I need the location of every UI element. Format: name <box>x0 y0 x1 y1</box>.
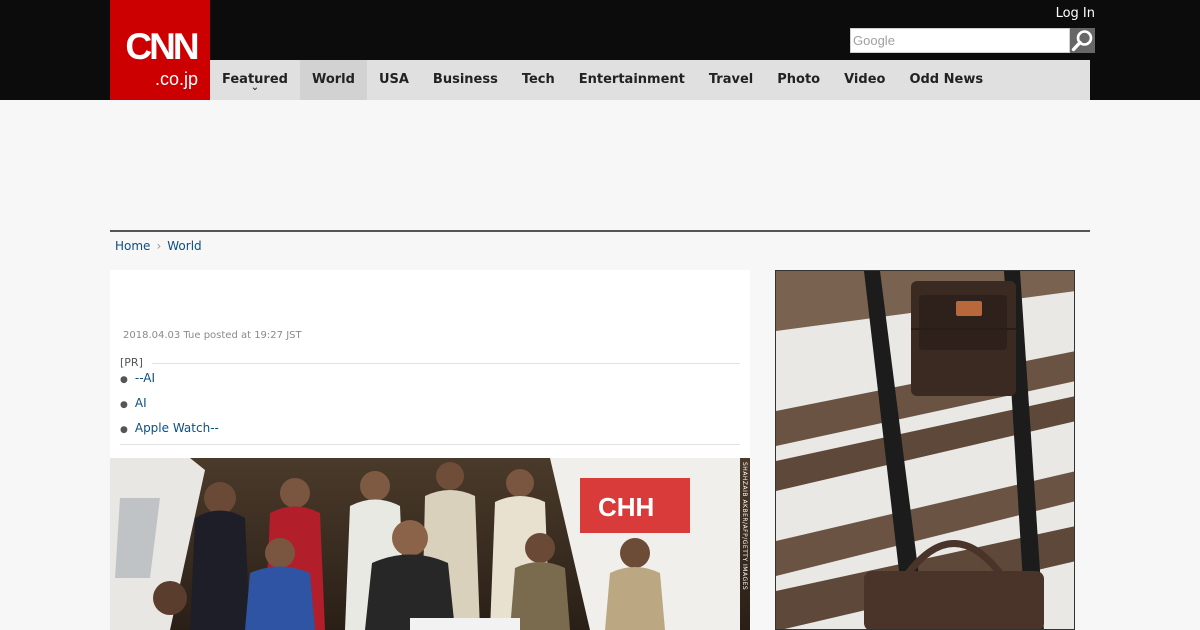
nav-item-travel[interactable]: Travel <box>697 60 765 100</box>
main-nav: Featured ⌄ World USA Business Tech Enter… <box>210 60 1090 100</box>
chevron-right-icon: › <box>156 239 162 253</box>
nav-item-usa[interactable]: USA <box>367 60 421 100</box>
pr-divider <box>152 363 740 364</box>
search-icon <box>1071 30 1093 52</box>
nav-item-photo[interactable]: Photo <box>765 60 832 100</box>
section-divider <box>110 230 1090 232</box>
logo-domain: .co.jp <box>154 69 198 89</box>
nav-item-entertainment[interactable]: Entertainment <box>567 60 697 100</box>
nav-item-label: Travel <box>708 72 754 87</box>
nav-item-label: Business <box>432 72 498 87</box>
search-input[interactable]: Google <box>850 28 1070 53</box>
logo-text: CNN <box>125 26 199 67</box>
sidebar-ad[interactable] <box>775 270 1075 630</box>
nav-item-label: Photo <box>777 72 821 87</box>
pr-link-text: --AI <box>134 371 156 385</box>
nav-item-label: Video <box>844 72 886 87</box>
svg-text:CHH: CHH <box>598 492 654 522</box>
nav-item-world[interactable]: World <box>299 60 367 100</box>
bullet-icon: ● <box>120 400 128 410</box>
nav-item-label: USA <box>378 72 409 87</box>
chevron-down-icon: ⌄ <box>250 82 260 93</box>
breadcrumb-home[interactable]: Home <box>115 238 150 254</box>
photo-credit: SHAHZAIB AKBER/AFP/GETTY IMAGES <box>741 462 748 591</box>
post-timestamp: 2018.04.03 Tue posted at 19:27 JST <box>123 330 302 341</box>
pr-block: [PR] ● --AI ● AI ● Apple Watch-- <box>120 356 740 445</box>
ad-image <box>776 271 1074 629</box>
nav-item-video[interactable]: Video <box>832 60 897 100</box>
nav-item-label: Tech <box>521 72 555 87</box>
cnn-logo[interactable]: CNN .co.jp <box>110 0 210 100</box>
bullet-icon: ● <box>120 375 128 385</box>
pr-link[interactable]: ● Apple Watch-- <box>120 417 740 442</box>
nav-item-odd-news[interactable]: Odd News <box>897 60 995 100</box>
pr-link-text: AI <box>134 396 147 410</box>
pr-list: ● --AI ● AI ● Apple Watch-- <box>120 367 740 442</box>
nav-item-label: World <box>311 72 355 87</box>
search-button[interactable] <box>1070 28 1095 53</box>
nav-item-featured[interactable]: Featured ⌄ <box>210 60 300 100</box>
nav-item-tech[interactable]: Tech <box>510 60 567 100</box>
breadcrumb-world[interactable]: World <box>167 238 201 254</box>
login-link[interactable]: Log In <box>1056 6 1095 21</box>
crowd-photo: CHH <box>110 458 750 630</box>
nav-item-label: Odd News <box>909 72 984 87</box>
article-photo: CHH SHAHZAIB AKBER/AFP/GETTY IMAGES <box>110 458 750 630</box>
pr-link-text: Apple Watch-- <box>134 421 219 435</box>
nav-item-label: Entertainment <box>578 72 685 87</box>
pr-link[interactable]: ● --AI <box>120 367 740 392</box>
pr-divider <box>120 444 740 445</box>
article-card: 2018.04.03 Tue posted at 19:27 JST [PR] … <box>110 270 750 460</box>
bullet-icon: ● <box>120 425 128 435</box>
breadcrumb: Home › World <box>115 238 202 254</box>
pr-link[interactable]: ● AI <box>120 392 740 417</box>
nav-item-business[interactable]: Business <box>421 60 510 100</box>
